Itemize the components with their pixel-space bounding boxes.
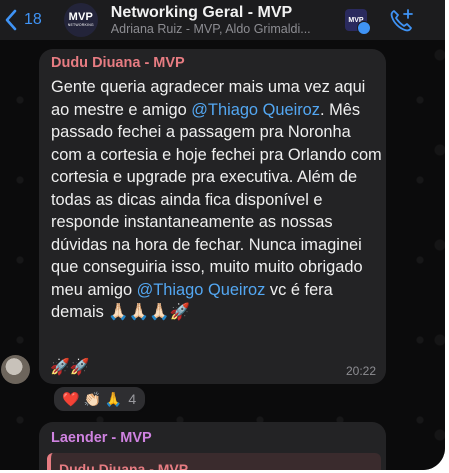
chat-title: Networking Geral - MVP [110, 4, 293, 21]
message-timestamp: 20:22 [345, 364, 376, 378]
sender-avatar[interactable] [1, 355, 30, 384]
mention-link[interactable]: @Thiago Queiroz [191, 101, 320, 119]
sender-name[interactable]: Laender - MVP [51, 430, 152, 446]
message-text-part: . Mês passado fechei a passagem pra Noro… [51, 100, 382, 299]
mention-link[interactable]: @Thiago Queiroz [137, 281, 266, 299]
group-avatar-sublabel: NETWORKING [67, 23, 94, 27]
sender-name[interactable]: Dudu Diuana - MVP [51, 55, 185, 71]
unread-count: 18 [24, 11, 42, 28]
chat-info[interactable]: Networking Geral - MVP Adriana Ruiz - MV… [111, 3, 331, 37]
message-bubble[interactable]: Laender - MVP Dudu Diuana - MVP [39, 422, 386, 470]
group-avatar-label: MVP [68, 11, 94, 23]
community-logo[interactable]: MVP [345, 9, 371, 35]
chat-members: Adriana Ruiz - MVP, Aldo Grimaldi... [110, 22, 311, 36]
reaction-pray: 🙏 [104, 390, 123, 407]
verified-badge-icon [357, 21, 371, 35]
phone-plus-icon [390, 9, 413, 32]
reaction-heart: ❤️ [62, 390, 80, 407]
add-call-button[interactable] [389, 8, 415, 37]
reactions-bar[interactable]: ❤️ 👏🏻 🙏 4 [52, 385, 148, 413]
chat-screen: 18 MVP NETWORKING Networking Geral - MVP… [0, 0, 445, 470]
quoted-sender-name: Dudu Diuana - MVP [59, 461, 189, 470]
message-text: Gente queria agradecer mais uma vez aqui… [51, 76, 386, 324]
message-emoji-line: 🚀🚀 [50, 359, 90, 376]
quoted-message[interactable]: Dudu Diuana - MVP [47, 453, 381, 470]
message-bubble[interactable]: Dudu Diuana - MVP Gente queria agradecer… [39, 49, 386, 384]
back-button[interactable]: 18 [4, 9, 42, 31]
reaction-count: 4 [128, 391, 137, 407]
reaction-clap: 👏🏻 [83, 390, 101, 407]
chat-header: 18 MVP NETWORKING Networking Geral - MVP… [0, 0, 445, 40]
group-avatar[interactable]: MVP NETWORKING [63, 3, 98, 37]
chevron-left-icon [5, 9, 17, 31]
